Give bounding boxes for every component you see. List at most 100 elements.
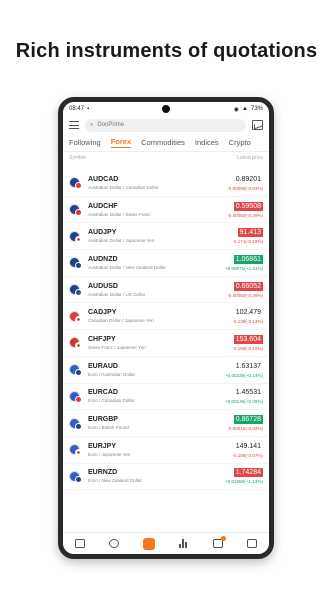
price-change: +0.00136(+0.09%) [224, 399, 263, 405]
tab-crypto[interactable]: Crypto [229, 138, 251, 147]
feed-icon[interactable] [109, 539, 119, 548]
instrument-row[interactable]: EURGBP Euro / British Pound 0.86728 -0.0001… [63, 410, 269, 437]
latest-price: 1.06861 [233, 254, 263, 264]
latest-price: 0.86728 [233, 415, 263, 425]
signal-icon: ▲ [242, 106, 248, 112]
currency-flag-icon [69, 284, 82, 297]
instrument-info: AUDJPY Australian Dollar / Japanese Yen [88, 229, 232, 243]
latest-price-column-label: Latest price [237, 155, 263, 161]
price-block: 0.59508 -0.00050(-0.29%) [227, 201, 263, 218]
instrument-description: Australian Dollar / US Dollar [88, 291, 146, 297]
instrument-description: Swiss Franc / Japanese Yen [88, 344, 146, 350]
camera-notch [162, 105, 170, 113]
instrument-row[interactable]: EURNZD Euro / New Zealand Dollar 1.74284 +0… [63, 464, 269, 491]
price-block: 149.141 -0.108(-0.07%) [232, 442, 263, 458]
menu-icon[interactable] [69, 121, 79, 129]
currency-flag-icon [69, 204, 82, 217]
latest-price: 1.63137 [235, 362, 261, 370]
wifi-icon: ◉ [233, 106, 240, 113]
instrument-info: CHFJPY Swiss Franc / Japanese Yen [88, 336, 232, 350]
instrument-row[interactable]: CADJPY Canadian Dollar / Japanese Yen 102.… [63, 303, 269, 331]
symbol-column-label: Symbol [69, 155, 86, 161]
instrument-row[interactable]: CHFJPY Swiss Franc / Japanese Yen 153.604-… [63, 330, 269, 357]
price-change: -0.00050(-0.26%) [227, 292, 263, 298]
instrument-row[interactable]: AUDUSD Australian Dollar / US Dollar 0.660… [63, 277, 269, 304]
latest-price: 1.74284 [233, 468, 263, 478]
price-change: -0.171(-0.19%) [232, 239, 263, 245]
instrument-info: EURJPY Euro / Japanese Yen [88, 443, 232, 457]
instrument-description: Euro / British Pound [88, 425, 129, 431]
instrument-row[interactable]: EURJPY Euro / Japanese Yen 149.141 -0.108(-… [63, 437, 269, 464]
tab-forex[interactable]: Forex [110, 137, 132, 148]
profile-icon[interactable] [247, 539, 257, 548]
instrument-row[interactable]: EURCAD Euro / Canadian Dollar 1.45531 +0.00… [63, 384, 269, 411]
price-change: +0.01950(+1.13%) [224, 479, 263, 485]
status-time: 08:47 [69, 106, 85, 112]
trade-icon[interactable] [143, 537, 155, 550]
instrument-row[interactable]: AUDCAD Australian Dollar / Canadian Dolla… [63, 170, 269, 197]
currency-flag-icon [69, 310, 82, 323]
latest-price: 153.604 [233, 334, 263, 344]
instrument-symbol: AUDUSD [88, 282, 118, 290]
instrument-row[interactable]: AUDJPY Australian Dollar / Japanese Yen 91… [63, 223, 269, 251]
price-block: 0.89201 -0.00088(-0.03%) [227, 175, 263, 191]
instrument-info: AUDCAD Australian Dollar / Canadian Dolla… [88, 176, 227, 190]
instrument-symbol: AUDCAD [88, 175, 119, 183]
instrument-description: Australian Dollar / New Zealand Dollar [88, 264, 166, 270]
price-change: -0.00088(-0.03%) [227, 185, 263, 191]
home-icon[interactable] [75, 539, 85, 548]
instrument-info: EURAUD Euro / Australian Dollar [88, 363, 225, 377]
price-block: 153.604 -0.158(-0.10%) [232, 334, 263, 351]
battery-level: 73% [250, 106, 263, 112]
search-bar[interactable]: ⌕ DooPrime [85, 118, 246, 132]
latest-price: 1.45531 [235, 389, 261, 397]
instrument-description: Australian Dollar / Japanese Yen [88, 238, 155, 244]
category-tabs: Following Forex Commodities Indices Crypto [63, 134, 269, 152]
instrument-symbol: CADJPY [88, 309, 117, 317]
latest-price: 0.66052 [233, 281, 263, 291]
instrument-description: Euro / Japanese Yen [88, 451, 131, 457]
price-change: -0.108(-0.07%) [232, 452, 263, 458]
top-bar: ⌕ DooPrime [63, 116, 269, 134]
price-change: -0.00015(-0.02%) [227, 426, 263, 432]
instrument-info: AUDCHF Australian Dollar / Swiss Franc [88, 203, 227, 217]
price-block: 0.66052 -0.00050(-0.26%) [227, 281, 263, 298]
instrument-description: Euro / New Zealand Dollar [88, 478, 142, 484]
latest-price: 0.89201 [235, 175, 261, 183]
chart-icon[interactable] [252, 120, 263, 130]
instrument-info: EURNZD Euro / New Zealand Dollar [88, 469, 225, 483]
price-change: -0.158(-0.10%) [232, 345, 263, 351]
price-block: 91.413 -0.171(-0.19%) [232, 228, 263, 244]
instrument-row[interactable]: AUDNZD Australian Dollar / New Zealand Do… [63, 250, 269, 277]
price-block: 1.63137 +0.00225(+0.14%) [225, 362, 263, 378]
instrument-symbol: EURGBP [88, 416, 118, 424]
instrument-symbol: EURNZD [88, 469, 118, 477]
instrument-row[interactable]: EURAUD Euro / Australian Dollar 1.63137 +0.… [63, 357, 269, 384]
search-icon: ⌕ [90, 121, 94, 128]
tab-indices[interactable]: Indices [195, 138, 219, 147]
instrument-info: CADJPY Canadian Dollar / Japanese Yen [88, 309, 232, 323]
search-placeholder: DooPrime [97, 122, 125, 128]
price-block: 1.45531 +0.00136(+0.09%) [225, 388, 263, 404]
latest-price: 102.479 [235, 309, 261, 317]
bottom-nav [63, 532, 269, 554]
app-screen: 08:47 ▪ ◉ ▲ 73% ⌕ DooPrime Following Fore… [63, 102, 269, 554]
instrument-row[interactable]: AUDCHF Australian Dollar / Swiss Franc 0.5… [63, 197, 269, 224]
currency-flag-icon [69, 257, 82, 270]
instrument-info: AUDNZD Australian Dollar / New Zealand Do… [88, 256, 225, 270]
instrument-symbol: AUDNZD [88, 255, 118, 263]
notification-badge [221, 536, 226, 541]
message-icon[interactable] [213, 536, 226, 548]
tab-following[interactable]: Following [69, 138, 101, 147]
latest-price: 91.413 [237, 228, 263, 238]
instrument-symbol: AUDCHF [88, 202, 118, 210]
price-block: 1.06861 +0.00071(+1.31%) [224, 254, 263, 271]
chart-bars-icon[interactable] [179, 539, 189, 548]
instrument-description: Canadian Dollar / Japanese Yen [88, 318, 154, 324]
tab-commodities[interactable]: Commodities [141, 138, 185, 147]
currency-flag-icon [69, 390, 82, 403]
instrument-description: Australian Dollar / Swiss Franc [88, 211, 151, 217]
price-change: +0.00071(+1.31%) [224, 265, 263, 271]
instrument-info: EURCAD Euro / Canadian Dollar [88, 389, 225, 403]
instrument-description: Australian Dollar / Canadian Dollar [88, 184, 159, 190]
